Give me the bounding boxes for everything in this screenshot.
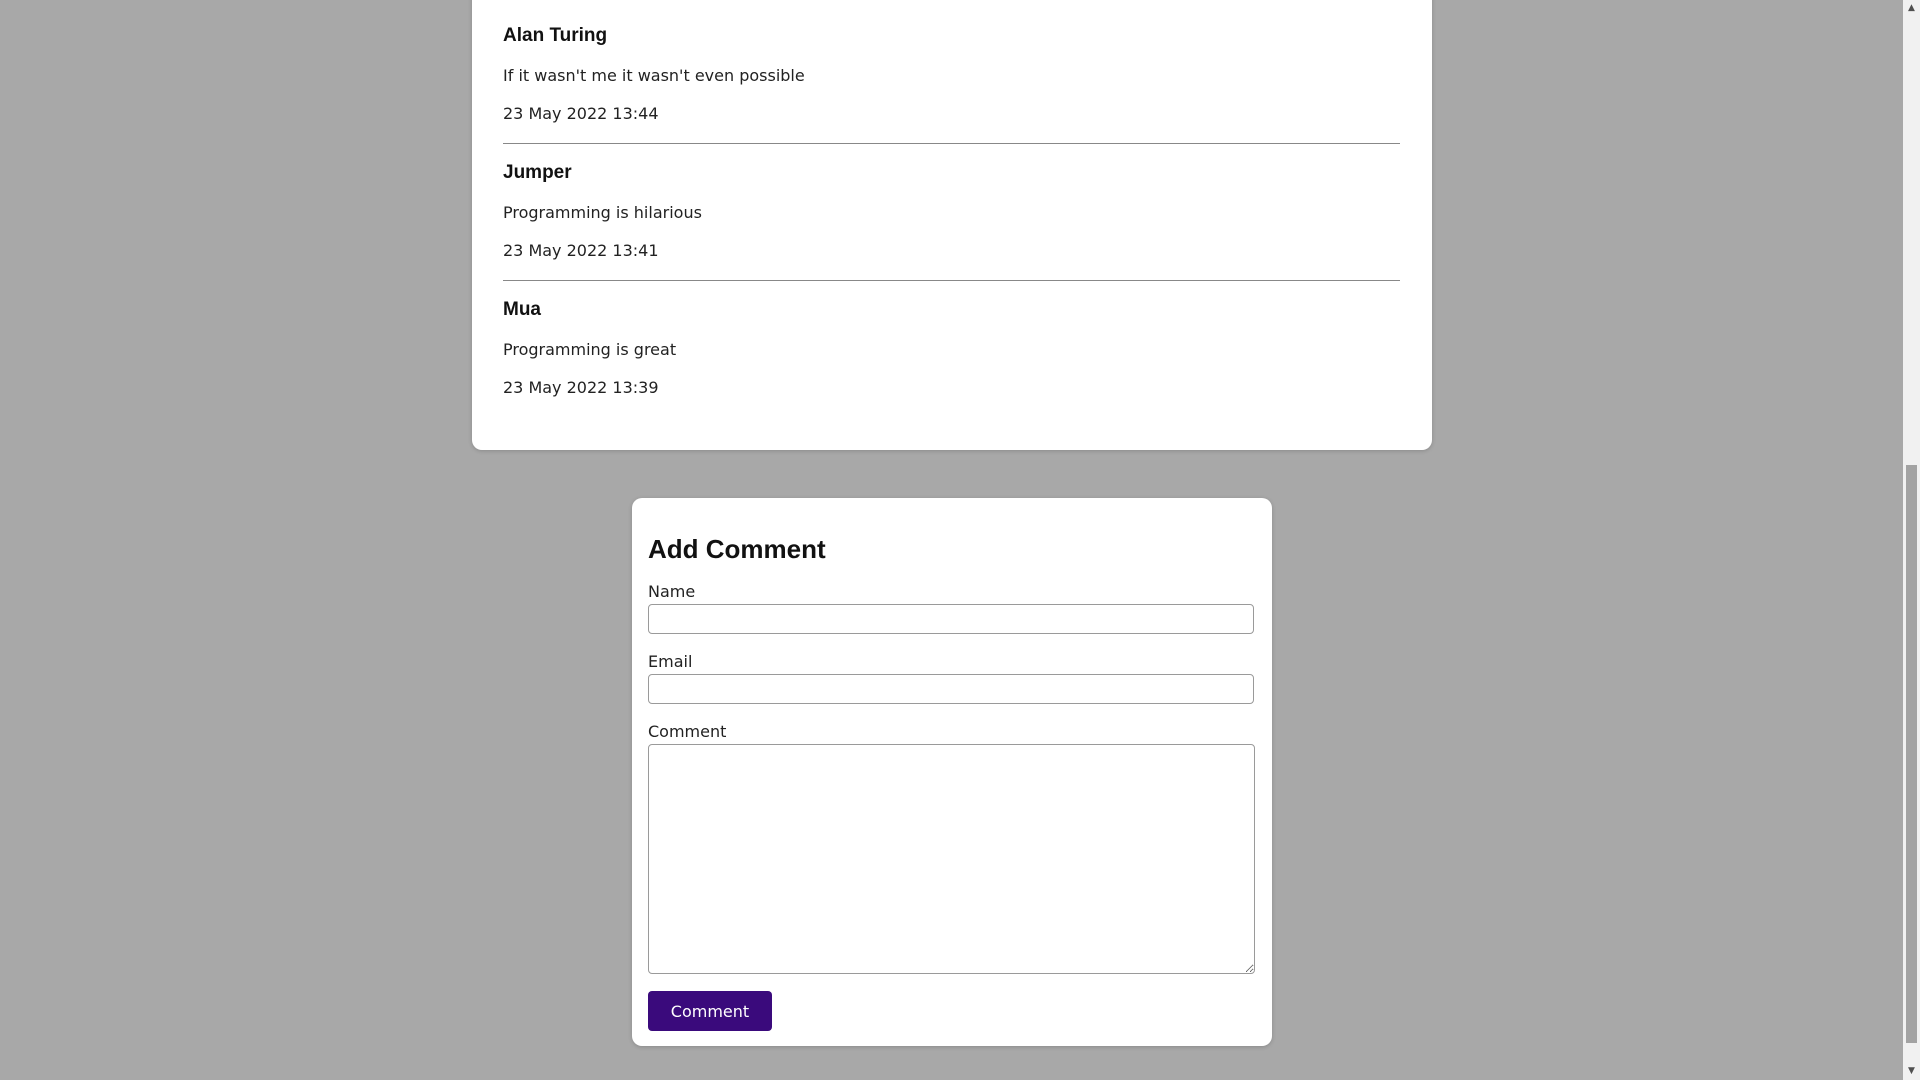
triangle-up-icon[interactable]: ▲ [1903,0,1920,17]
add-comment-form: Add Comment Name Email Comment Comment [632,498,1272,1046]
comment-divider [503,280,1400,281]
comment-author: Mua [503,299,541,320]
email-label: Email [648,652,693,671]
comment-label: Comment [648,722,727,741]
comment-text: Programming is hilarious [503,203,702,222]
comment-date: 23 May 2022 13:39 [503,378,659,397]
vertical-scrollbar[interactable]: ▲ ▼ [1903,0,1920,1080]
comment-date: 23 May 2022 13:44 [503,104,659,123]
name-label: Name [648,582,696,601]
form-title: Add Comment [648,534,826,564]
comment-author: Jumper [503,162,572,183]
comment-text: Programming is great [503,340,677,359]
triangle-down-icon[interactable]: ▼ [1903,1063,1920,1080]
comment-text: If it wasn't me it wasn't even possible [503,66,805,85]
comment-divider [503,143,1400,144]
comment-textarea[interactable] [648,744,1255,974]
comment-date: 23 May 2022 13:41 [503,241,659,260]
submit-comment-button[interactable]: Comment [648,991,772,1031]
comment-author: Alan Turing [503,25,608,46]
email-input[interactable] [648,674,1254,704]
scrollbar-thumb[interactable] [1906,465,1917,1043]
comments-list: Alan Turing If it wasn't me it wasn't ev… [472,0,1432,450]
name-input[interactable] [648,604,1254,634]
